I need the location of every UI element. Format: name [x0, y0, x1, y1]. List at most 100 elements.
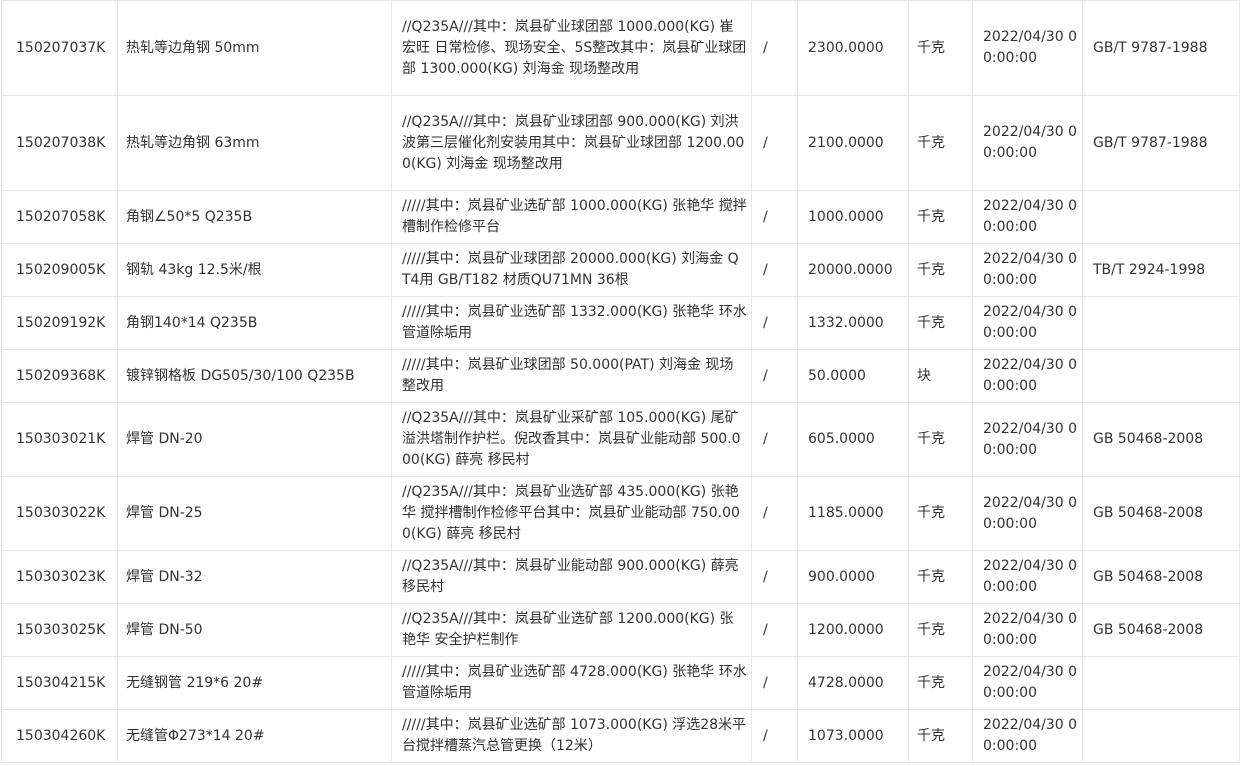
item-note-cell: /////其中：岚县矿业选矿部 1332.000(KG) 张艳华 环水管道除垢用: [391, 296, 752, 350]
table-row: 150207038K 热轧等边角钢 63mm//Q235A///其中：岚县矿业球团…: [1, 95, 1240, 191]
item-code-cell: 150303023K: [1, 550, 118, 604]
table-row: 150304260K 无缝管Φ273*14 20#/////其中：岚县矿业选矿部 …: [1, 709, 1240, 763]
item-name-cell: 焊管 DN-50: [117, 603, 392, 657]
item-name-cell: 角钢140*14 Q235B: [117, 296, 392, 350]
item-name-cell: 热轧等边角钢 50mm: [117, 0, 392, 96]
table-body: 150207037K 热轧等边角钢 50mm//Q235A///其中：岚县矿业球团…: [1, 0, 1240, 763]
item-code-cell: 150303022K: [1, 476, 118, 551]
item-name-cell: 镀锌钢格板 DG505/30/100 Q235B: [117, 349, 392, 403]
item-unit-cell: 千克: [908, 296, 973, 350]
item-note-cell: //Q235A///其中：岚县矿业采矿部 105.000(KG) 尾矿溢洪塔制作…: [391, 402, 752, 477]
item-name-cell: 无缝钢管 219*6 20#: [117, 656, 392, 710]
item-spec-cell: /: [751, 603, 798, 657]
item-unit-cell: 块: [908, 349, 973, 403]
item-standard-cell: GB/T 9787-1988: [1082, 95, 1240, 191]
item-spec-cell: /: [751, 476, 798, 551]
item-unit-cell: 千克: [908, 476, 973, 551]
item-name-cell: 焊管 DN-32: [117, 550, 392, 604]
item-unit-cell: 千克: [908, 550, 973, 604]
item-date-cell: 2022/04/30 00:00:00: [972, 709, 1083, 763]
item-unit-cell: 千克: [908, 95, 973, 191]
item-note-cell: //Q235A///其中：岚县矿业选矿部 1200.000(KG) 张艳华 安全…: [391, 603, 752, 657]
table-row: 150209005K 钢轨 43kg 12.5米/根/////其中：岚县矿业球团部…: [1, 243, 1240, 297]
item-spec-cell: /: [751, 95, 798, 191]
item-note-cell: //Q235A///其中：岚县矿业选矿部 435.000(KG) 张艳华 搅拌槽…: [391, 476, 752, 551]
item-note-cell: //Q235A///其中：岚县矿业球团部 900.000(KG) 刘洪波第三层催…: [391, 95, 752, 191]
item-date-cell: 2022/04/30 00:00:00: [972, 476, 1083, 551]
item-note-cell: /////其中：岚县矿业选矿部 1073.000(KG) 浮选28米平台搅拌槽蒸…: [391, 709, 752, 763]
item-code-cell: 150303021K: [1, 402, 118, 477]
item-code-cell: 150303025K: [1, 603, 118, 657]
table-row: 150304215K 无缝钢管 219*6 20#/////其中：岚县矿业选矿部 …: [1, 656, 1240, 710]
item-name-cell: 无缝管Φ273*14 20#: [117, 709, 392, 763]
item-standard-cell: GB 50468-2008: [1082, 402, 1240, 477]
item-quantity-cell: 1073.0000: [797, 709, 909, 763]
table-row: 150207058K 角钢∠50*5 Q235B/////其中：岚县矿业选矿部 1…: [1, 190, 1240, 244]
item-quantity-cell: 1332.0000: [797, 296, 909, 350]
item-standard-cell: GB 50468-2008: [1082, 603, 1240, 657]
item-quantity-cell: 900.0000: [797, 550, 909, 604]
item-date-cell: 2022/04/30 00:00:00: [972, 243, 1083, 297]
item-quantity-cell: 605.0000: [797, 402, 909, 477]
item-quantity-cell: 2300.0000: [797, 0, 909, 96]
table-row: 150303022K 焊管 DN-25//Q235A///其中：岚县矿业选矿部 4…: [1, 476, 1240, 551]
item-note-cell: //Q235A///其中：岚县矿业能动部 900.000(KG) 薛亮 移民村: [391, 550, 752, 604]
item-code-cell: 150207037K: [1, 0, 118, 96]
item-note-cell: /////其中：岚县矿业球团部 50.000(PAT) 刘海金 现场整改用: [391, 349, 752, 403]
item-name-cell: 角钢∠50*5 Q235B: [117, 190, 392, 244]
item-code-cell: 150209005K: [1, 243, 118, 297]
table-row: 150303023K 焊管 DN-32//Q235A///其中：岚县矿业能动部 9…: [1, 550, 1240, 604]
item-date-cell: 2022/04/30 00:00:00: [972, 190, 1083, 244]
material-table: 150207037K 热轧等边角钢 50mm//Q235A///其中：岚县矿业球团…: [1, 0, 1240, 763]
item-quantity-cell: 1200.0000: [797, 603, 909, 657]
item-standard-cell: GB 50468-2008: [1082, 476, 1240, 551]
item-quantity-cell: 1000.0000: [797, 190, 909, 244]
item-standard-cell: [1082, 190, 1240, 244]
item-date-cell: 2022/04/30 00:00:00: [972, 402, 1083, 477]
item-date-cell: 2022/04/30 00:00:00: [972, 656, 1083, 710]
item-code-cell: 150207038K: [1, 95, 118, 191]
item-name-cell: 热轧等边角钢 63mm: [117, 95, 392, 191]
item-spec-cell: /: [751, 243, 798, 297]
item-spec-cell: /: [751, 550, 798, 604]
item-note-cell: /////其中：岚县矿业选矿部 4728.000(KG) 张艳华 环水管道除垢用: [391, 656, 752, 710]
item-unit-cell: 千克: [908, 190, 973, 244]
item-unit-cell: 千克: [908, 0, 973, 96]
item-code-cell: 150304215K: [1, 656, 118, 710]
item-spec-cell: /: [751, 656, 798, 710]
item-name-cell: 焊管 DN-25: [117, 476, 392, 551]
item-standard-cell: [1082, 296, 1240, 350]
item-unit-cell: 千克: [908, 709, 973, 763]
item-date-cell: 2022/04/30 00:00:00: [972, 550, 1083, 604]
item-spec-cell: /: [751, 190, 798, 244]
item-unit-cell: 千克: [908, 603, 973, 657]
item-standard-cell: [1082, 349, 1240, 403]
item-standard-cell: TB/T 2924-1998: [1082, 243, 1240, 297]
item-date-cell: 2022/04/30 00:00:00: [972, 95, 1083, 191]
table-row: 150303021K 焊管 DN-20//Q235A///其中：岚县矿业采矿部 1…: [1, 402, 1240, 477]
item-standard-cell: GB/T 9787-1988: [1082, 0, 1240, 96]
item-unit-cell: 千克: [908, 402, 973, 477]
table-row: 150207037K 热轧等边角钢 50mm//Q235A///其中：岚县矿业球团…: [1, 0, 1240, 96]
item-standard-cell: GB 50468-2008: [1082, 550, 1240, 604]
item-unit-cell: 千克: [908, 656, 973, 710]
item-spec-cell: /: [751, 402, 798, 477]
item-standard-cell: [1082, 656, 1240, 710]
item-name-cell: 钢轨 43kg 12.5米/根: [117, 243, 392, 297]
item-name-cell: 焊管 DN-20: [117, 402, 392, 477]
item-date-cell: 2022/04/30 00:00:00: [972, 349, 1083, 403]
item-quantity-cell: 20000.0000: [797, 243, 909, 297]
item-spec-cell: /: [751, 349, 798, 403]
item-quantity-cell: 2100.0000: [797, 95, 909, 191]
item-spec-cell: /: [751, 0, 798, 96]
item-spec-cell: /: [751, 709, 798, 763]
item-note-cell: /////其中：岚县矿业选矿部 1000.000(KG) 张艳华 搅拌槽制作检修…: [391, 190, 752, 244]
item-code-cell: 150207058K: [1, 190, 118, 244]
item-standard-cell: [1082, 709, 1240, 763]
item-date-cell: 2022/04/30 00:00:00: [972, 296, 1083, 350]
item-code-cell: 150304260K: [1, 709, 118, 763]
item-quantity-cell: 50.0000: [797, 349, 909, 403]
item-quantity-cell: 1185.0000: [797, 476, 909, 551]
item-note-cell: //Q235A///其中：岚县矿业球团部 1000.000(KG) 崔宏旺 日常…: [391, 0, 752, 96]
table-row: 150209368K 镀锌钢格板 DG505/30/100 Q235B/////其…: [1, 349, 1240, 403]
